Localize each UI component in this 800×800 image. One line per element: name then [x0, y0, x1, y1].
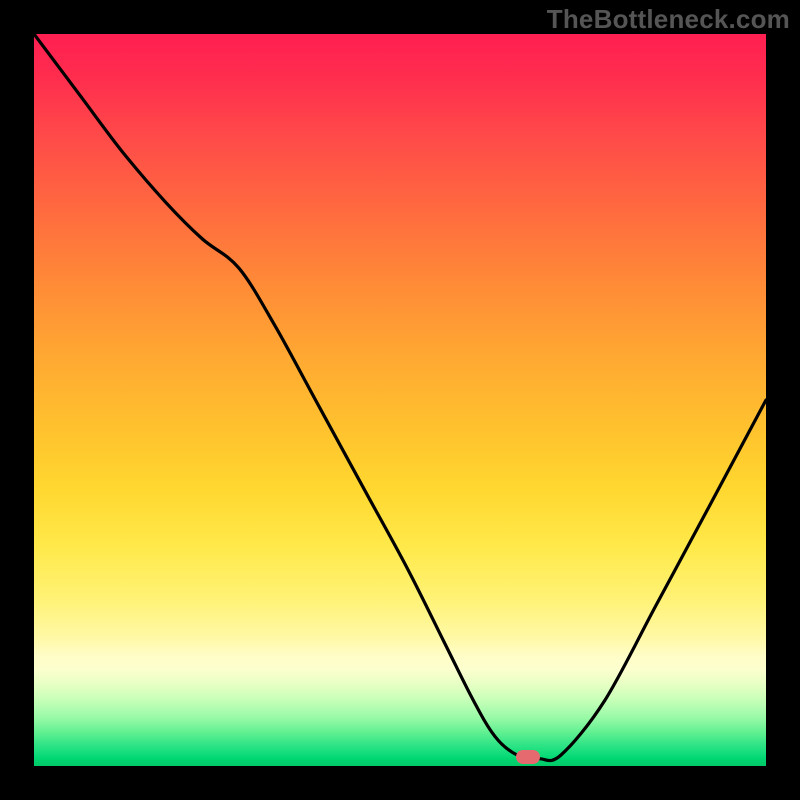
watermark: TheBottleneck.com: [547, 4, 790, 35]
plot-area: [34, 34, 766, 766]
chart-frame: TheBottleneck.com: [0, 0, 800, 800]
optimum-marker: [516, 750, 540, 764]
curve-svg: [34, 34, 766, 766]
bottleneck-curve: [34, 34, 766, 761]
